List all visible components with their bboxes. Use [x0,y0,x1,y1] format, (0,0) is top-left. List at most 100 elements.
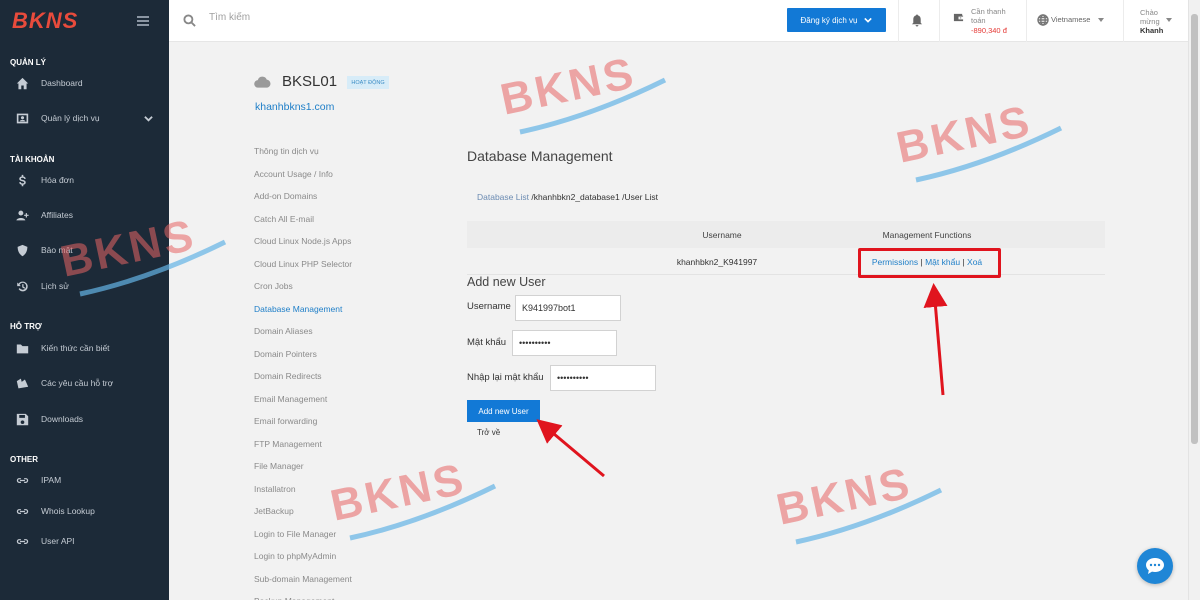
service-menu-item[interactable]: Domain Pointers [254,349,317,359]
divider [1123,0,1124,42]
sidebar-item-label: Lịch sử [41,281,69,291]
register-service-label: Đăng ký dịch vụ [800,15,858,25]
username-field[interactable] [515,295,621,321]
sidebar-item-label: User API [41,536,75,546]
chevron-down-icon [144,114,153,125]
globe-icon[interactable] [1037,14,1049,29]
payment-due-amount[interactable]: -890,340 đ [971,26,1007,35]
payment-due-label: Cần thanh toán [971,7,1006,25]
service-name: BKSL01 [282,73,338,90]
watermark: BKNS [892,96,1063,183]
search-icon[interactable] [183,14,196,30]
service-menu-item[interactable]: Email forwarding [254,416,317,426]
sidebar-item-whois[interactable]: Whois Lookup [0,496,169,526]
brand-logo[interactable]: BKNS [12,8,78,34]
service-menu-item[interactable]: Email Management [254,394,327,404]
save-icon [16,413,29,426]
sidebar-item-label: Hóa đơn [41,175,74,185]
sidebar-item-label: Kiến thức cần biết [41,343,110,353]
search-input[interactable] [209,12,509,23]
sidebar-item-label: Dashboard [41,78,83,88]
sidebar-item-label: Downloads [41,414,84,424]
sidebar: BKNS QUẢN LÝ Dashboard Quản lý dịch vụ T… [0,0,169,600]
highlight-box [858,248,1001,278]
top-bar: Đăng ký dịch vụ Cần thanh toán -890,340 … [169,0,1188,42]
divider [898,0,899,42]
bell-icon[interactable] [911,14,923,30]
service-menu-item[interactable]: Account Usage / Info [254,169,333,179]
sidebar-item-label: IPAM [41,475,62,485]
scrollbar-thumb[interactable] [1191,14,1198,444]
sidebar-item-tickets[interactable]: Các yêu cầu hỗ trợ [0,368,169,398]
chat-bubble-icon [1146,558,1164,574]
sidebar-item-downloads[interactable]: Downloads [0,404,169,434]
sidebar-item-ipam[interactable]: IPAM [0,465,169,495]
service-menu-item[interactable]: JetBackup [254,506,294,516]
chat-button[interactable] [1137,548,1173,584]
add-user-title: Add new User [467,275,546,289]
register-service-button[interactable]: Đăng ký dịch vụ [787,8,886,32]
sidebar-item-affiliates[interactable]: Affiliates [0,200,169,230]
sidebar-item-dashboard[interactable]: Dashboard [0,68,169,98]
password-label: Mật khẩu [467,337,507,348]
link-icon [16,535,29,548]
service-menu-item[interactable]: Thông tin dịch vụ [254,146,319,156]
page-scrollbar[interactable] [1188,0,1200,600]
caret-down-icon[interactable] [1098,18,1104,22]
divider [1026,0,1027,42]
service-menu-item[interactable]: Cron Jobs [254,281,293,291]
sidebar-item-invoices[interactable]: Hóa đơn [0,165,169,195]
breadcrumb: Database List /khanhbkn2_database1 /User… [477,192,658,202]
service-menu-item[interactable]: Login to File Manager [254,529,336,539]
watermark: BKNS [772,458,943,545]
sidebar-item-knowledge[interactable]: Kiến thức cần biết [0,333,169,363]
sidebar-item-label: Quản lý dịch vụ [41,113,100,123]
service-menu-item[interactable]: FTP Management [254,439,322,449]
confirm-password-field[interactable] [550,365,656,391]
add-user-button[interactable]: Add new User [467,400,540,422]
service-menu-item[interactable]: Domain Redirects [254,371,322,381]
service-menu-item[interactable]: Domain Aliases [254,326,313,336]
section-title: HỖ TRỢ [10,322,42,331]
language-selector[interactable]: Vietnamese [1051,15,1090,24]
user-name[interactable]: Khanh [1140,26,1163,35]
home-icon [16,77,29,90]
service-domain-link[interactable]: khanhbkns1.com [255,101,334,113]
history-icon [16,280,29,293]
link-icon [16,505,29,518]
service-menu-item[interactable]: Sub-domain Management [254,574,352,584]
caret-down-icon[interactable] [1166,18,1172,22]
arrow-to-add-button [536,419,605,478]
divider [939,0,940,42]
service-menu-item[interactable]: Database Management [254,304,342,314]
user-plus-icon [16,209,29,222]
menu-toggle-icon[interactable] [137,16,149,26]
sidebar-item-history[interactable]: Lịch sử [0,271,169,301]
id-card-icon [16,112,29,125]
greeting-label: Chào mừng [1140,8,1160,26]
ticket-icon [16,377,29,390]
service-menu-item[interactable]: Add-on Domains [254,191,317,201]
password-field[interactable] [512,330,617,356]
service-menu-item[interactable]: Catch All E-mail [254,214,314,224]
sidebar-item-services[interactable]: Quản lý dịch vụ [0,103,169,133]
section-title: OTHER [10,455,38,464]
sidebar-item-user-api[interactable]: User API [0,526,169,556]
cloud-icon [254,76,271,91]
service-menu-item[interactable]: Cloud Linux Node.js Apps [254,236,351,246]
section-title: TÀI KHOẢN [10,155,55,164]
sidebar-item-security[interactable]: Bảo mật [0,235,169,265]
service-menu-item[interactable]: Cloud Linux PHP Selector [254,259,352,269]
service-menu-item[interactable]: Login to phpMyAdmin [254,551,336,561]
service-menu-item[interactable]: File Manager [254,461,304,471]
breadcrumb-database-list[interactable]: Database List [477,192,529,202]
page-title: Database Management [467,148,613,164]
watermark: BKNS [326,454,497,541]
wallet-icon[interactable] [953,12,964,26]
users-table: Username Management Functions khanhbkn2_… [467,221,1105,275]
service-menu-item[interactable]: Installatron [254,484,296,494]
service-menu-item[interactable]: Backup Management [254,596,334,600]
section-title: QUẢN LÝ [10,58,46,67]
sidebar-item-label: Các yêu cầu hỗ trợ [41,378,114,388]
back-link[interactable]: Trở về [477,428,500,437]
